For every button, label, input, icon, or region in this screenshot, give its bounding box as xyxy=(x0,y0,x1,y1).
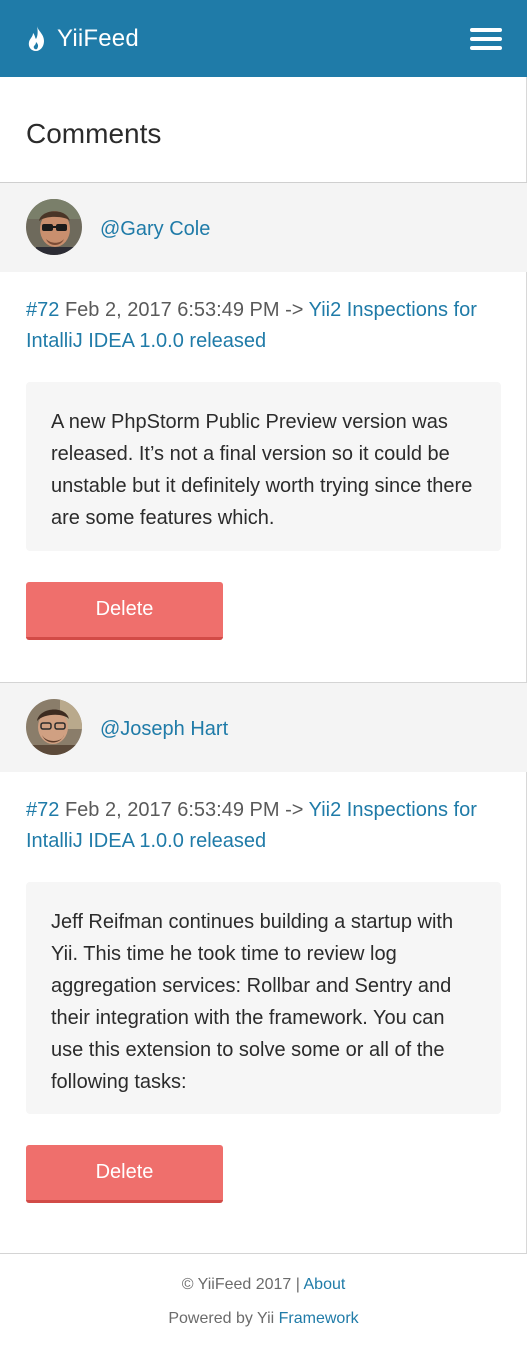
flame-icon xyxy=(28,26,44,51)
footer-separator: | xyxy=(295,1276,300,1293)
comment-meta: #72 Feb 2, 2017 6:53:49 PM -> Yii2 Inspe… xyxy=(26,295,506,357)
navbar: YiiFeed xyxy=(0,0,527,77)
brand-name: YiiFeed xyxy=(57,25,139,52)
comment-id-link[interactable]: #72 xyxy=(26,799,59,821)
comment-header: @Gary Cole xyxy=(0,183,527,272)
comment-meta: #72 Feb 2, 2017 6:53:49 PM -> Yii2 Inspe… xyxy=(26,795,506,857)
delete-button[interactable]: Delete xyxy=(26,582,223,640)
comment-author-link[interactable]: @Gary Cole xyxy=(100,218,210,241)
footer-copyright-row: © YiiFeed 2017 | About xyxy=(0,1276,527,1294)
avatar[interactable] xyxy=(26,699,82,755)
comment-header: @Joseph Hart xyxy=(0,683,527,772)
hamburger-menu-icon[interactable] xyxy=(470,28,502,50)
comment-author-link[interactable]: @Joseph Hart xyxy=(100,718,228,741)
powered-by-text: Powered by Yii xyxy=(168,1310,275,1327)
comment-date: Feb 2, 2017 6:53:49 PM xyxy=(64,299,280,321)
comment-body: A new PhpStorm Public Preview version wa… xyxy=(26,382,501,551)
footer: © YiiFeed 2017 | About Powered by Yii Fr… xyxy=(0,1253,527,1348)
avatar-image xyxy=(26,199,82,255)
about-link[interactable]: About xyxy=(304,1276,346,1293)
avatar-image xyxy=(26,699,82,755)
comment-id-link[interactable]: #72 xyxy=(26,299,59,321)
arrow-separator: -> xyxy=(285,299,304,321)
arrow-separator: -> xyxy=(285,799,304,821)
footer-powered-row: Powered by Yii Framework xyxy=(0,1310,527,1328)
page-title: Comments xyxy=(26,118,162,149)
app-frame: YiiFeed Comments @Gary Cole #72 Feb 2, 2… xyxy=(0,0,527,1348)
avatar[interactable] xyxy=(26,199,82,255)
comment-date: Feb 2, 2017 6:53:49 PM xyxy=(64,799,280,821)
framework-link[interactable]: Framework xyxy=(279,1310,359,1327)
comment-body: Jeff Reifman continues building a startu… xyxy=(26,882,501,1114)
brand-link[interactable]: YiiFeed xyxy=(26,24,139,54)
copyright-text: © YiiFeed 2017 xyxy=(181,1276,292,1293)
delete-button[interactable]: Delete xyxy=(26,1145,223,1203)
